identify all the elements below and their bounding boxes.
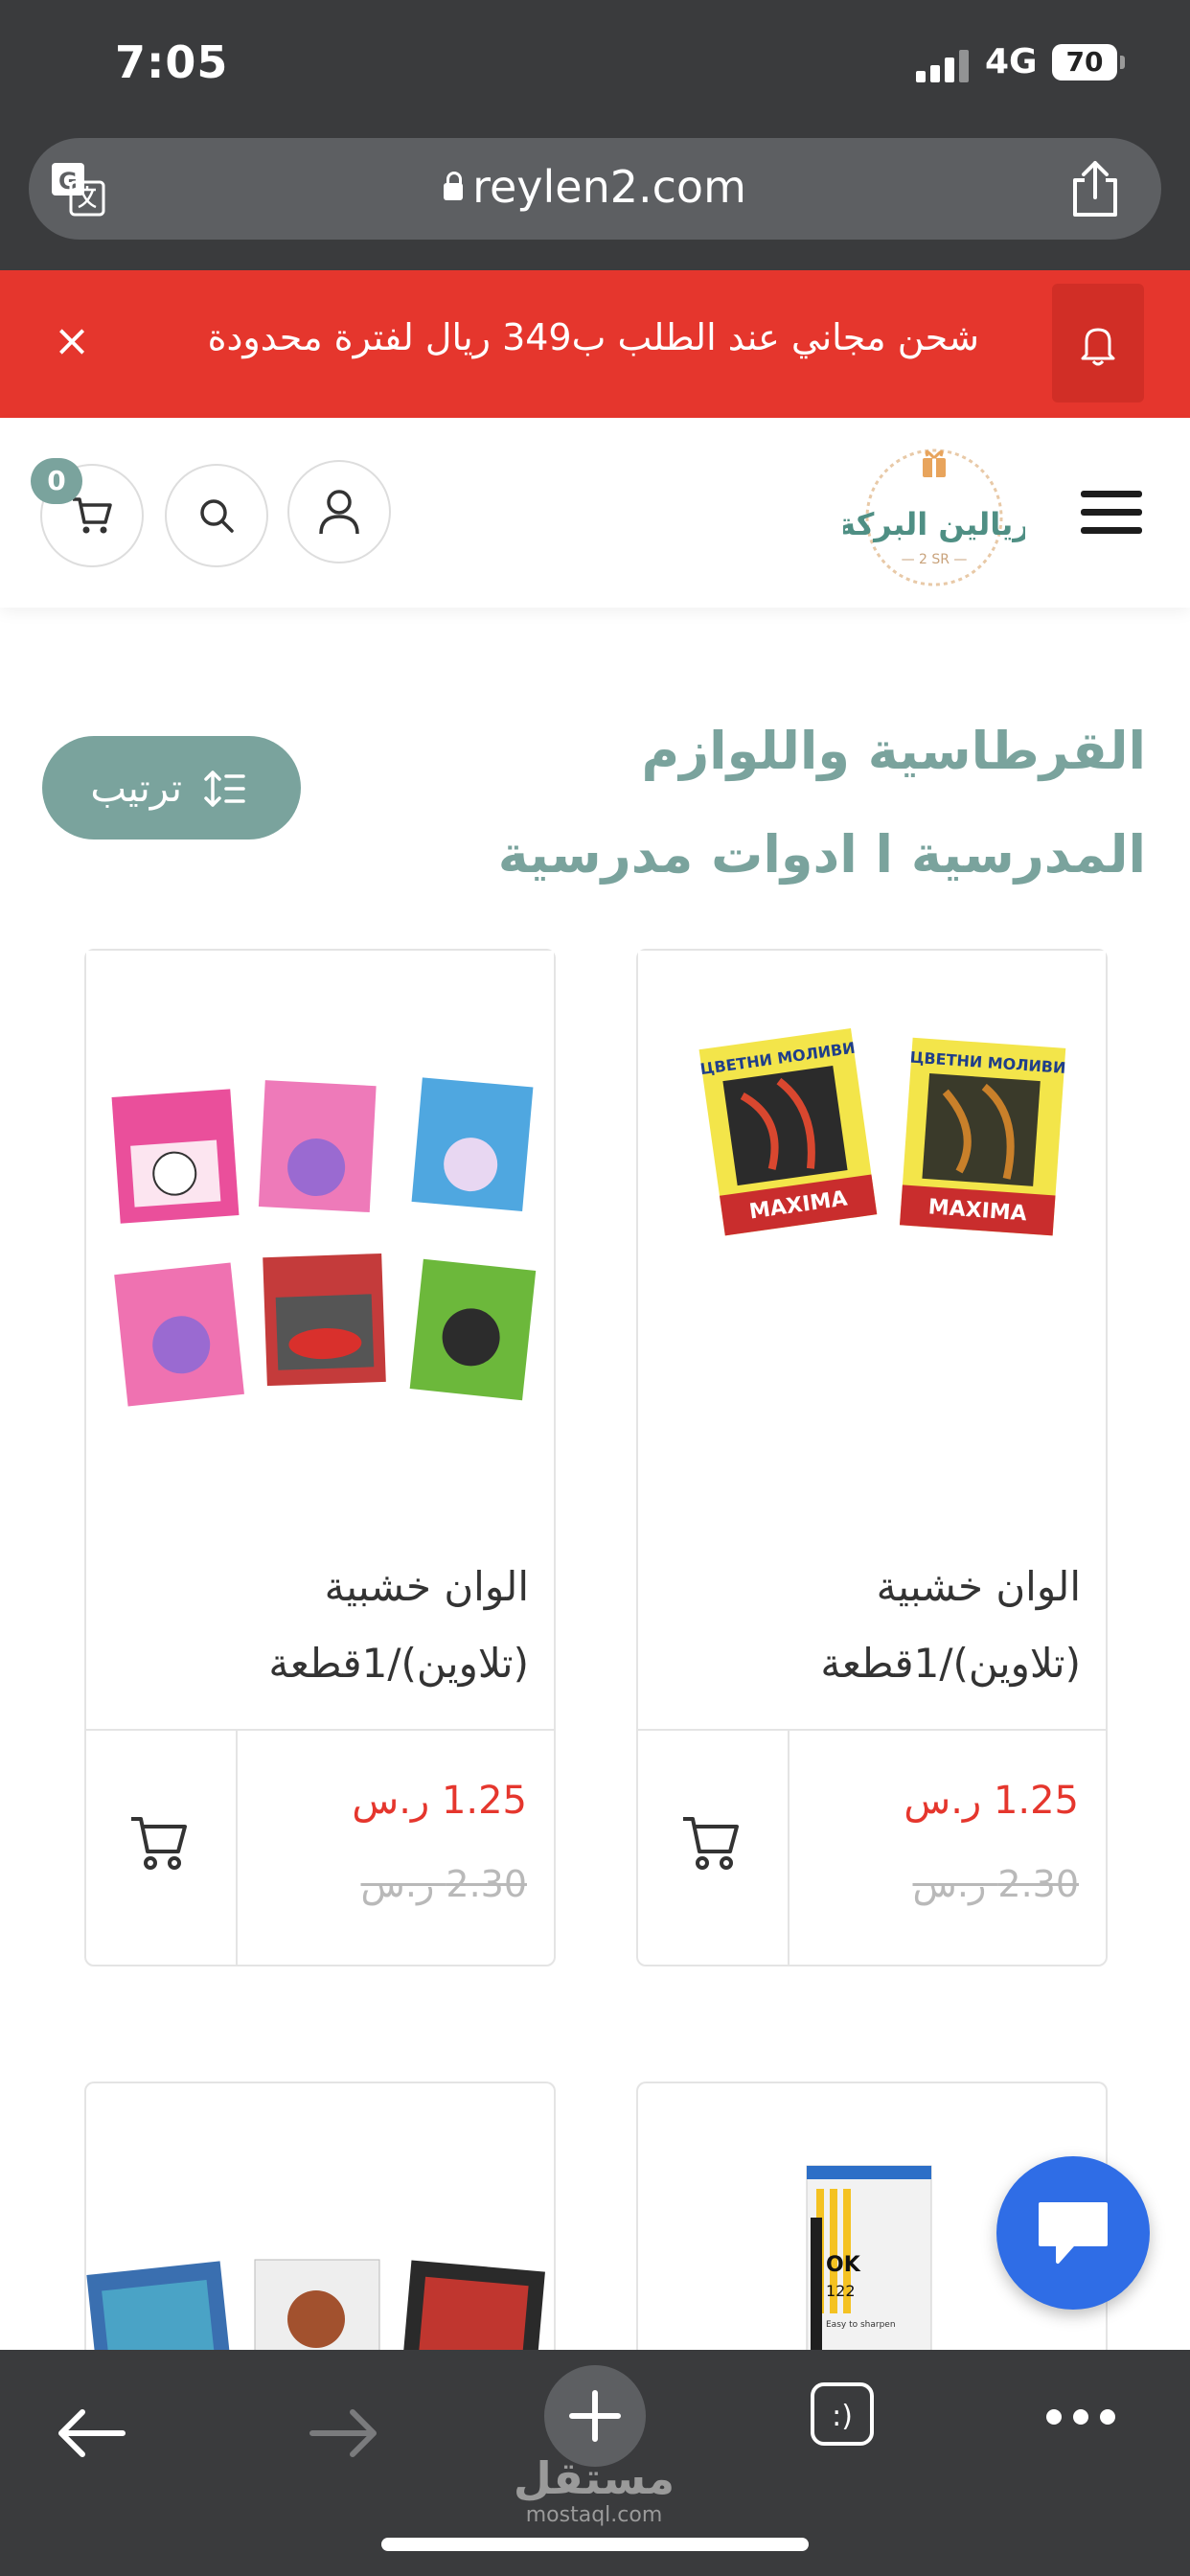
tabs-button[interactable]: :) (811, 2382, 874, 2446)
svg-text:ريالين البركة: ريالين البركة (843, 506, 1025, 542)
bell-icon (1052, 284, 1144, 402)
chat-button[interactable] (996, 2156, 1150, 2310)
svg-text:— 2 SR —: — 2 SR — (902, 552, 968, 567)
cart-count-badge: 0 (31, 458, 82, 504)
user-icon (319, 490, 359, 535)
browser-top-chrome: 7:05 4G 70 G reylen2.com (0, 0, 1190, 270)
ok-pencil-code: 122 (826, 2282, 856, 2300)
battery-icon: 70 (1052, 44, 1125, 80)
sort-label: ترتيب (90, 767, 182, 811)
product-name[interactable]: الوان خشبية (تلاوين)/1قطعة (107, 1549, 529, 1702)
url-value: reylen2.com (472, 161, 746, 213)
product-footer: 1.25 ر.س 2.30 ر.س (86, 1729, 554, 1965)
product-footer: 1.25 ر.س 2.30 ر.س (638, 1729, 1106, 1965)
back-arrow-icon[interactable] (56, 2407, 126, 2459)
product-old-price: 2.30 ر.س (912, 1863, 1079, 1905)
product-card[interactable] (84, 2082, 556, 2371)
product-name[interactable]: الوان خشبية (تلاوين)/1قطعة (659, 1549, 1081, 1702)
product-card[interactable]: MAXIMA ЦВЕТНИ МОЛИВИ MAXIMA ЦВЕТНИ МОЛИВ… (636, 949, 1108, 1966)
product-price: 1.25 ر.س (904, 1779, 1079, 1823)
store-header: ريالين البركة — 2 SR — (0, 418, 1190, 608)
watermark-sub: mostaql.com (525, 2503, 663, 2527)
announcement-text: شحن مجاني عند الطلب ب349 ريال لفترة محدو… (207, 316, 979, 358)
sort-icon (204, 770, 245, 807)
more-icon[interactable] (1044, 2407, 1117, 2426)
cellular-signal-icon (916, 50, 972, 82)
home-indicator[interactable] (381, 2538, 809, 2551)
lock-icon (444, 172, 464, 200)
ok-pencil-label: OK (826, 2253, 861, 2277)
cart-icon (73, 497, 112, 534)
network-type: 4G (985, 42, 1038, 81)
product-image[interactable] (86, 951, 554, 1526)
product-price: 1.25 ر.س (352, 1779, 527, 1823)
add-to-cart-icon[interactable] (128, 1813, 190, 1871)
url-text[interactable]: reylen2.com (29, 161, 1161, 213)
share-icon[interactable] (1067, 159, 1123, 218)
account-button[interactable] (287, 460, 391, 564)
address-bar[interactable]: G reylen2.com (29, 138, 1161, 240)
status-time: 7:05 (115, 36, 229, 88)
page-title: القرطاسية واللوازم المدرسية ا ادوات مدرس… (497, 721, 1146, 885)
search-button[interactable] (165, 464, 268, 567)
browser-bottom-toolbar: :) مستقل mostaql.com (0, 2350, 1190, 2576)
chat-icon (1039, 2202, 1108, 2264)
product-card[interactable]: الوان خشبية (تلاوين)/1قطعة 1.25 ر.س 2.30… (84, 949, 556, 1966)
search-icon (200, 499, 234, 533)
sort-button[interactable]: ترتيب (42, 736, 301, 840)
watermark-text: مستقل (513, 2452, 675, 2504)
menu-icon[interactable] (1081, 491, 1142, 535)
forward-arrow-icon[interactable] (309, 2407, 379, 2459)
add-to-cart-icon[interactable] (680, 1813, 742, 1871)
ok-pencil-sub: Easy to sharpen (826, 2320, 896, 2330)
store-logo[interactable]: ريالين البركة — 2 SR — (843, 437, 1025, 600)
product-image[interactable]: MAXIMA ЦВЕТНИ МОЛИВИ MAXIMA ЦВЕТНИ МОЛИВ… (638, 951, 1106, 1526)
product-image[interactable] (86, 2083, 554, 2371)
watermark: مستقل mostaql.com (498, 2453, 690, 2528)
plus-icon (569, 2390, 621, 2442)
close-icon[interactable]: × (48, 316, 96, 364)
product-old-price: 2.30 ر.س (360, 1863, 527, 1905)
announcement-bar: × شحن مجاني عند الطلب ب349 ريال لفترة مح… (0, 270, 1190, 418)
